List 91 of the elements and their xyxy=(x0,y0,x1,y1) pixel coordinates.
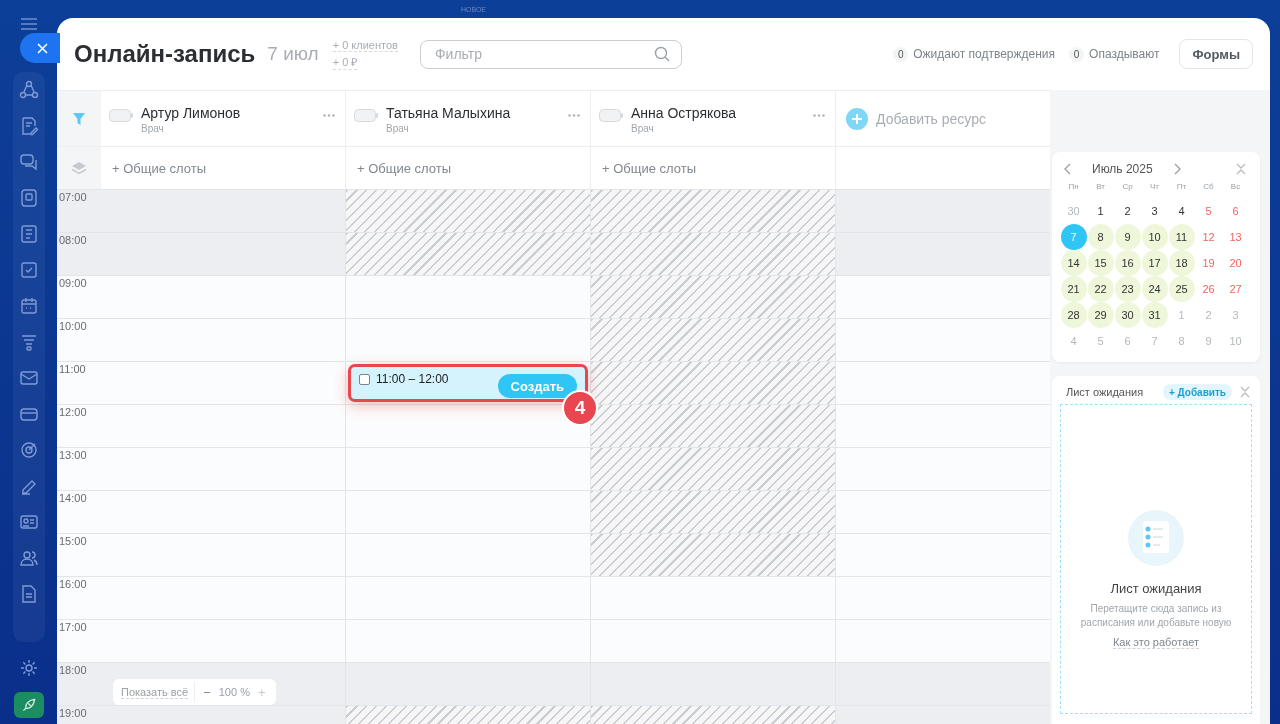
calendar-day[interactable]: 3 xyxy=(1141,198,1168,224)
calendar-day[interactable]: 25 xyxy=(1168,276,1195,302)
calendar-day[interactable]: 6 xyxy=(1222,198,1249,224)
calendar-day[interactable]: 30 xyxy=(1114,302,1141,328)
resource-name: Анна Острякова xyxy=(631,105,738,121)
stat-link[interactable]: + 0 клиентов xyxy=(332,38,398,52)
calendar-day[interactable]: 8 xyxy=(1168,328,1195,354)
weekday-label: Вт xyxy=(1096,182,1105,193)
calendar-day[interactable]: 14 xyxy=(1060,250,1087,276)
calendar-day[interactable]: 20 xyxy=(1222,250,1249,276)
calendar-day[interactable]: 30 xyxy=(1060,198,1087,224)
weekday-label: Сб xyxy=(1203,182,1214,193)
slot-time: 11:00 – 12:00 xyxy=(376,372,450,386)
calendar-day[interactable]: 7 xyxy=(1060,224,1087,250)
time-label: 12:00 xyxy=(57,405,101,447)
time-label: 09:00 xyxy=(57,276,101,318)
how-it-works-link[interactable]: Как это работает xyxy=(1112,636,1200,649)
calendar-day[interactable]: 9 xyxy=(1114,224,1141,250)
create-button[interactable]: Создать xyxy=(497,374,577,398)
time-label: 15:00 xyxy=(57,534,101,576)
calendar-day[interactable]: 10 xyxy=(1141,224,1168,250)
stat-link[interactable]: + 0 ₽ xyxy=(332,53,358,70)
count-badge: 0 xyxy=(1069,46,1085,62)
calendar-day[interactable]: 28 xyxy=(1060,302,1087,328)
filter-field[interactable]: Фильтр xyxy=(419,39,682,69)
time-label: 19:00 xyxy=(57,706,101,724)
time-label: 08:00 xyxy=(57,233,101,275)
calendar-day[interactable]: 1 xyxy=(1168,302,1195,328)
resource-name: Татьяна Малыхина xyxy=(386,105,512,121)
calendar-day[interactable]: 3 xyxy=(1222,302,1249,328)
new-slot-card[interactable]: 11:00 – 12:00 Создать xyxy=(348,364,588,402)
add-button[interactable]: + Добавить xyxy=(1162,384,1232,400)
calendar-day[interactable]: 6 xyxy=(1114,328,1141,354)
calendar-day[interactable]: 10 xyxy=(1222,328,1249,354)
calendar-day[interactable]: 18 xyxy=(1168,250,1195,276)
resource-role: Врач xyxy=(141,123,165,134)
calendar-day[interactable]: 5 xyxy=(1087,328,1114,354)
page-title: Онлайн-запись xyxy=(74,40,256,68)
time-label: 10:00 xyxy=(57,319,101,361)
time-label: 14:00 xyxy=(57,491,101,533)
resource-role: Врач xyxy=(386,123,410,134)
waiting-list-title: Лист ожидания xyxy=(1066,386,1145,398)
date-label: 7 июл xyxy=(267,43,319,65)
calendar-day[interactable]: 15 xyxy=(1087,250,1114,276)
calendar-day[interactable]: 24 xyxy=(1141,276,1168,302)
calendar-day[interactable]: 17 xyxy=(1141,250,1168,276)
empty-text: Перетащите сюда запись из расписания или добавьте новую xyxy=(1079,602,1233,630)
weekday-label: Чт xyxy=(1150,182,1159,193)
calendar-day[interactable]: 13 xyxy=(1222,224,1249,250)
time-label: 17:00 xyxy=(57,620,101,662)
month-title: Июль 2025 xyxy=(1092,162,1153,176)
calendar-day[interactable]: 16 xyxy=(1114,250,1141,276)
calendar-day[interactable]: 2 xyxy=(1114,198,1141,224)
count-badge: 0 xyxy=(893,46,909,62)
calendar-day[interactable]: 12 xyxy=(1195,224,1222,250)
calendar-day[interactable]: 7 xyxy=(1141,328,1168,354)
time-label: 11:00 xyxy=(57,362,101,404)
calendar-day[interactable]: 1 xyxy=(1087,198,1114,224)
time-label: 13:00 xyxy=(57,448,101,490)
weekday-label: Пн xyxy=(1068,182,1079,193)
schedule-cell[interactable]: Показать всё − 100 % + xyxy=(101,663,345,705)
weekday-label: Вс xyxy=(1230,182,1241,193)
zoom-value: 100 % xyxy=(218,686,250,698)
time-label: 16:00 xyxy=(57,577,101,619)
calendar-day[interactable]: 2 xyxy=(1195,302,1222,328)
calendar-day[interactable]: 27 xyxy=(1222,276,1249,302)
calendar-day[interactable]: 5 xyxy=(1195,198,1222,224)
calendar-day[interactable]: 26 xyxy=(1195,276,1222,302)
calendar-day[interactable]: 22 xyxy=(1087,276,1114,302)
calendar-day[interactable]: 23 xyxy=(1114,276,1141,302)
show-all-link[interactable]: Показать всё xyxy=(121,685,189,699)
calendar-day[interactable]: 9 xyxy=(1195,328,1222,354)
time-label: 18:00 xyxy=(57,663,101,705)
counter-label[interactable]: Ожидают подтверждения xyxy=(913,47,1056,61)
weekday-label: Пт xyxy=(1176,182,1187,193)
forms-button[interactable]: Формы xyxy=(1179,39,1253,69)
counter-label[interactable]: Опаздывают xyxy=(1089,47,1160,61)
calendar-day[interactable]: 29 xyxy=(1087,302,1114,328)
time-label: 07:00 xyxy=(57,190,101,232)
calendar-day[interactable]: 21 xyxy=(1060,276,1087,302)
calendar-day[interactable]: 4 xyxy=(1168,198,1195,224)
empty-title: Лист ожидания xyxy=(1110,581,1202,596)
calendar-day[interactable]: 8 xyxy=(1087,224,1114,250)
zoom-out-button[interactable]: − xyxy=(201,684,213,700)
calendar-day[interactable]: 31 xyxy=(1141,302,1168,328)
calendar-day[interactable]: 4 xyxy=(1060,328,1087,354)
resource-role: Врач xyxy=(631,123,655,134)
weekday-label: Ср xyxy=(1122,182,1133,193)
calendar-day[interactable]: 11 xyxy=(1168,224,1195,250)
calendar-day[interactable]: 19 xyxy=(1195,250,1222,276)
resource-name: Артур Лимонов xyxy=(141,105,242,121)
